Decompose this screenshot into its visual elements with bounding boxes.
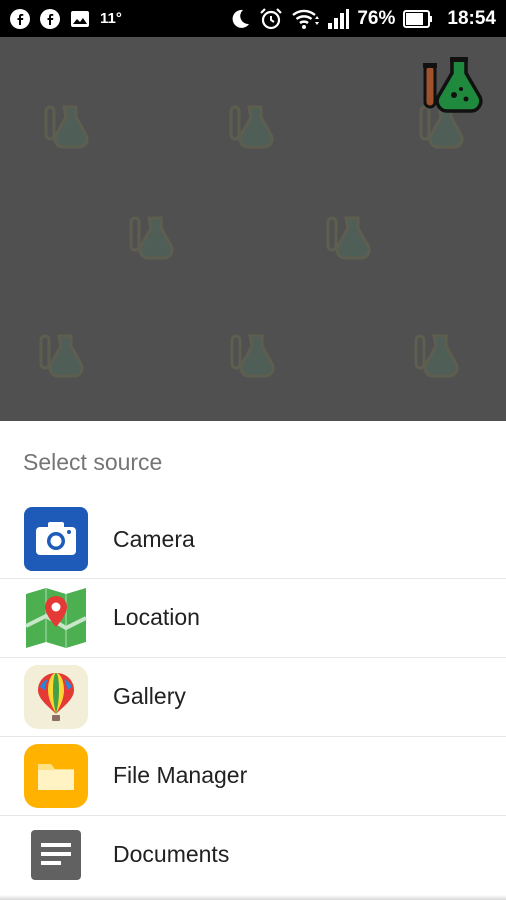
- screen: 11° 76% 18:54 Select source Camera Locat…: [0, 0, 506, 900]
- status-bar: 11° 76% 18:54: [0, 0, 506, 37]
- background-app-dimmed[interactable]: [0, 37, 506, 421]
- map-pin-icon: [24, 586, 88, 650]
- option-file-manager[interactable]: File Manager: [0, 736, 506, 814]
- option-label-camera: Camera: [113, 525, 195, 552]
- select-source-sheet: Select source Camera Location Gallery Fi…: [0, 421, 506, 900]
- camera-icon: [24, 507, 88, 571]
- wifi-icon: [291, 8, 320, 30]
- battery-icon: [403, 9, 433, 28]
- bottom-edge-shadow: [0, 895, 506, 900]
- temperature-text: 11°: [100, 10, 122, 27]
- option-label-location: Location: [113, 604, 200, 630]
- facebook-icon: [40, 8, 60, 29]
- lab-flask-pattern-icon: [129, 216, 174, 260]
- app-logo-lab-flask-icon: [423, 57, 483, 113]
- option-camera[interactable]: Camera: [0, 500, 506, 578]
- alarm-icon: [259, 7, 283, 31]
- signal-icon: [327, 8, 350, 30]
- folder-icon: [24, 743, 88, 808]
- gallery-notification-icon: [70, 10, 90, 28]
- facebook-icon: [10, 8, 30, 29]
- option-location[interactable]: Location: [0, 578, 506, 656]
- document-icon: [24, 823, 88, 887]
- lab-flask-pattern-icon: [326, 216, 371, 260]
- option-label-file-manager: File Manager: [113, 762, 248, 788]
- lab-flask-pattern-icon: [230, 334, 275, 378]
- clock: 18:54: [447, 7, 496, 29]
- option-documents[interactable]: Documents: [0, 815, 506, 893]
- sheet-title: Select source: [23, 449, 163, 475]
- battery-percent: 76%: [357, 7, 396, 29]
- option-label-documents: Documents: [113, 841, 230, 867]
- moon-icon: [229, 8, 251, 30]
- lab-flask-pattern-icon: [414, 334, 459, 378]
- status-left: 11°: [10, 8, 122, 29]
- status-right: 76% 18:54: [229, 7, 496, 31]
- option-label-gallery: Gallery: [113, 683, 186, 709]
- lab-flask-pattern-icon: [39, 334, 84, 378]
- lab-flask-pattern-icon: [229, 105, 274, 149]
- hot-air-balloon-icon: [24, 664, 88, 729]
- lab-flask-pattern-icon: [44, 105, 89, 149]
- option-gallery[interactable]: Gallery: [0, 657, 506, 735]
